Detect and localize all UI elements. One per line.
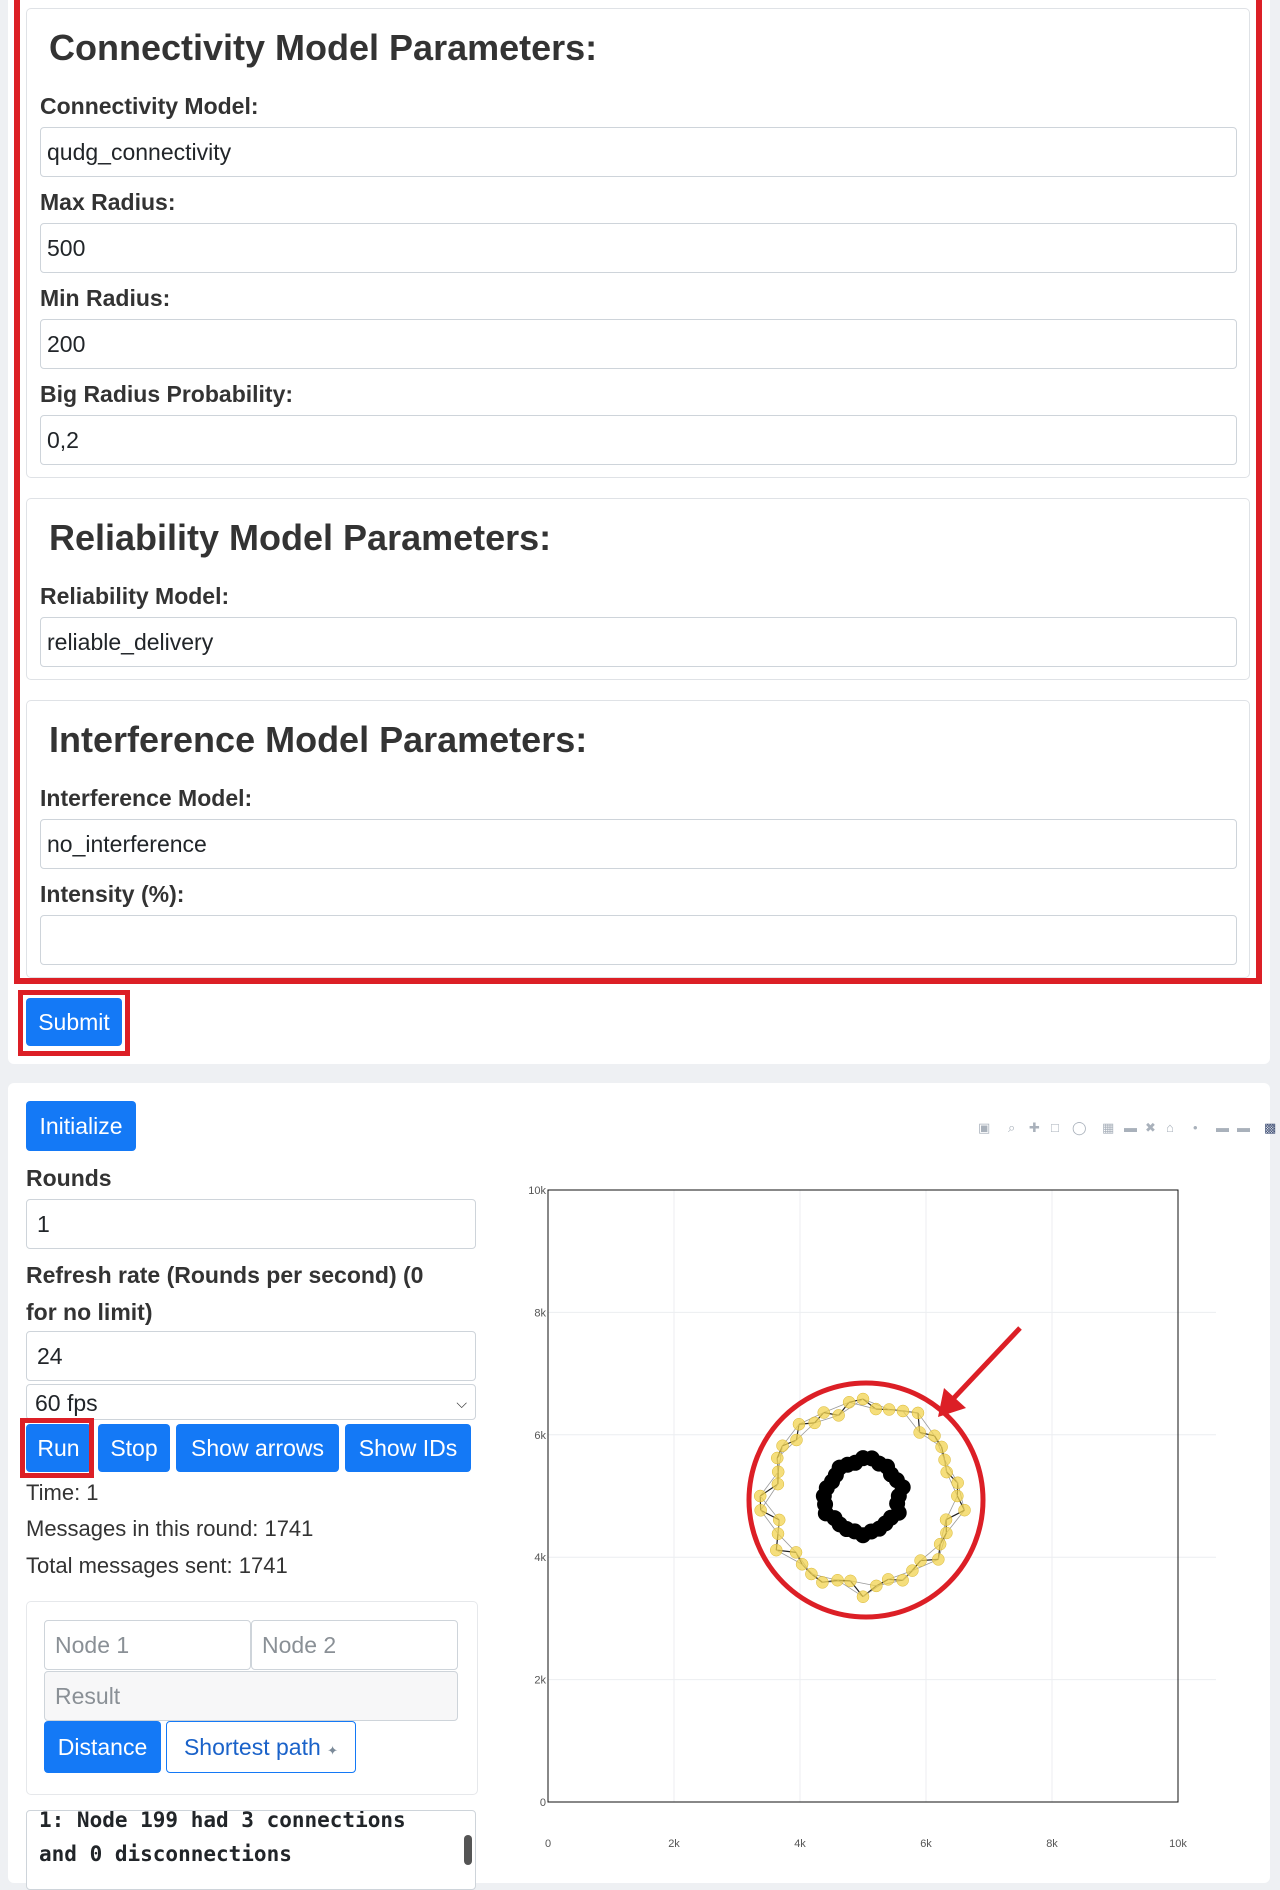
outer-node-point: [790, 1546, 802, 1558]
outer-node-point: [897, 1574, 909, 1586]
outer-node-point: [777, 1440, 789, 1452]
outer-node-point: [816, 1576, 828, 1588]
outer-node-point: [914, 1426, 926, 1438]
outer-node-point: [754, 1490, 766, 1502]
outer-node-point: [936, 1441, 948, 1453]
y-tick-label: 10k: [528, 1185, 546, 1197]
outer-node-point: [870, 1403, 882, 1415]
outer-node-point: [772, 1466, 784, 1478]
y-tick-label: 8k: [534, 1307, 546, 1319]
outer-node-point: [915, 1555, 927, 1567]
x-tick-label: 4k: [794, 1838, 806, 1850]
outer-node-point: [912, 1407, 924, 1419]
plot-frame: [548, 1190, 1178, 1802]
outer-node-point: [772, 1528, 784, 1540]
outer-node-point: [952, 1477, 964, 1489]
y-tick-label: 4k: [534, 1552, 546, 1564]
outer-node-point: [796, 1558, 808, 1570]
outer-node-point: [832, 1574, 844, 1586]
outer-node-point: [843, 1396, 855, 1408]
y-tick-label: 2k: [534, 1675, 546, 1687]
outer-node-point: [857, 1393, 869, 1405]
outer-node-point: [809, 1417, 821, 1429]
outer-node-point: [939, 1454, 951, 1466]
outer-node-point: [940, 1527, 952, 1539]
outer-ring-nodes: [754, 1393, 970, 1603]
outer-node-point: [883, 1403, 895, 1415]
annotation-arrow-shaft: [952, 1328, 1020, 1400]
outer-node-point: [870, 1580, 882, 1592]
outer-node-point: [833, 1409, 845, 1421]
outer-node-point: [934, 1538, 946, 1550]
outer-node-point: [844, 1575, 856, 1587]
highlight-circle-ring: [749, 1383, 983, 1617]
outer-node-point: [929, 1430, 941, 1442]
x-tick-label: 6k: [920, 1838, 932, 1850]
outer-node-point: [932, 1553, 944, 1565]
outer-node-point: [940, 1514, 952, 1526]
inner-node-point: [889, 1496, 905, 1512]
y-tick-label: 0: [540, 1797, 546, 1809]
inner-ring-nodes: [816, 1450, 911, 1543]
network-edges: [760, 1399, 964, 1597]
outer-node-point: [805, 1568, 817, 1580]
x-tick-label: 8k: [1046, 1838, 1058, 1850]
outer-node-point: [755, 1504, 767, 1516]
outer-node-point: [790, 1434, 802, 1446]
plot-grid: [548, 1190, 1216, 1802]
y-tick-label: 6k: [534, 1430, 546, 1442]
outer-node-point: [771, 1452, 783, 1464]
outer-node-point: [793, 1418, 805, 1430]
outer-node-point: [773, 1514, 785, 1526]
x-tick-label: 2k: [668, 1838, 680, 1850]
outer-node-point: [941, 1466, 953, 1478]
outer-node-point: [897, 1405, 909, 1417]
outer-node-point: [770, 1544, 782, 1556]
network-plot[interactable]: 0 0 2k 2k 4k 4k 6k 6k 8k 8k 10k 10k: [0, 0, 1280, 1878]
outer-node-point: [959, 1504, 971, 1516]
outer-node-point: [951, 1490, 963, 1502]
x-tick-label: 0: [545, 1838, 551, 1850]
outer-node-point: [906, 1565, 918, 1577]
outer-node-point: [857, 1591, 869, 1603]
axis-ticks: 0 0 2k 2k 4k 4k 6k 6k 8k 8k 10k 10k: [528, 1185, 1187, 1850]
outer-node-point: [818, 1407, 830, 1419]
outer-node-point: [772, 1478, 784, 1490]
x-tick-label: 10k: [1169, 1838, 1187, 1850]
outer-node-point: [882, 1573, 894, 1585]
